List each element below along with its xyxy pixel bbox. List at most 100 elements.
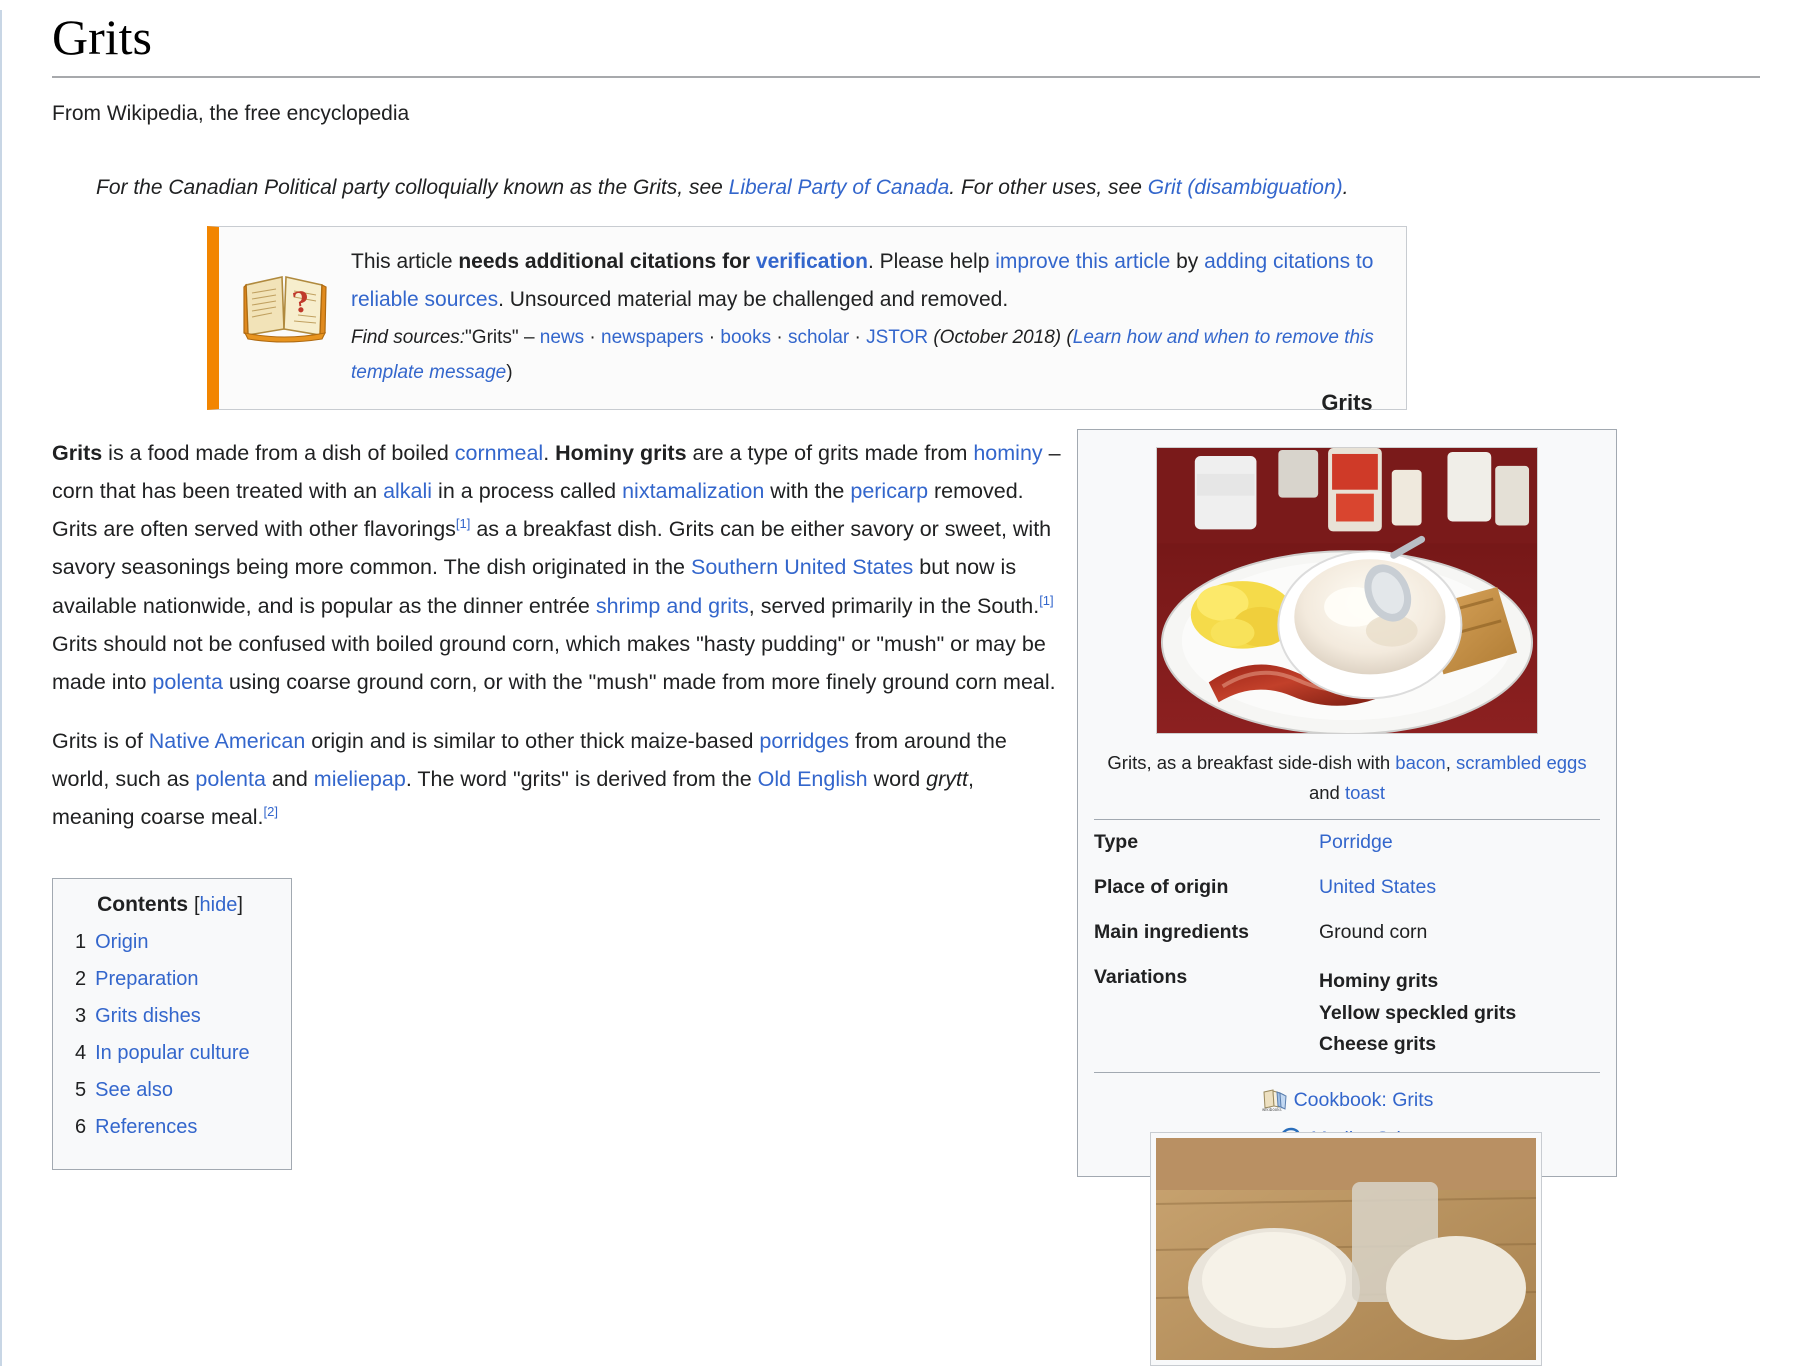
body-link-alkali[interactable]: alkali (383, 479, 432, 503)
infobox: Grits, as a breakfast side-dish with bac… (1077, 429, 1617, 1178)
source-link-jstor[interactable]: JSTOR (866, 327, 928, 348)
toc-item[interactable]: 1 Origin (75, 929, 265, 955)
toc-hide-link[interactable]: hide (200, 894, 238, 916)
infobox-image-cell (1078, 439, 1616, 738)
value-link-porridge[interactable]: Porridge (1319, 831, 1393, 853)
toc-link-in-popular-culture[interactable]: In popular culture (95, 1042, 250, 1064)
body-text: using coarse ground corn, or with the "m… (222, 670, 1056, 695)
article-body: Grits is a food made from a dish of boil… (52, 434, 1062, 1171)
toc-item[interactable]: 2 Preparation (75, 966, 265, 992)
value-link-united-states[interactable]: United States (1319, 876, 1436, 898)
body-link-porridges[interactable]: porridges (759, 729, 849, 753)
find-sources-query: "Grits" (465, 327, 519, 349)
body-link-southern-united-states[interactable]: Southern United States (691, 555, 913, 579)
toc-number: 2 (75, 968, 87, 991)
toc-item[interactable]: 6 References (75, 1114, 265, 1140)
toc-item[interactable]: 3 Grits dishes (75, 1003, 265, 1029)
source-link-books[interactable]: books (720, 327, 771, 348)
toc-link-grits-dishes[interactable]: Grits dishes (95, 1005, 201, 1027)
grits-breakfast-photo[interactable] (1156, 447, 1538, 734)
body-link-shrimp-and-grits[interactable]: shrimp and grits (596, 594, 749, 618)
toc-number: 3 (75, 1005, 87, 1028)
reference-marker[interactable]: [2] (264, 804, 278, 819)
toc-link-see-also[interactable]: See also (95, 1079, 173, 1101)
bold-term: Grits (52, 440, 103, 465)
toc-item[interactable]: 4 In popular culture (75, 1040, 265, 1066)
cookbook-link-row[interactable]: wikibooks Cookbook: Grits (1078, 1083, 1616, 1122)
toc-hide-toggle[interactable]: [hide] (194, 894, 243, 916)
body-link-hominy[interactable]: hominy (973, 441, 1042, 465)
source-link-newspapers[interactable]: newspapers (601, 327, 703, 348)
find-sources-line: Find sources:"Grits" – news · newspapers… (351, 327, 1374, 384)
caption-link-scrambled-eggs[interactable]: scrambled eggs (1456, 752, 1587, 773)
source-link-news[interactable]: news (540, 327, 584, 348)
body-link-nixtamalization[interactable]: nixtamalization (622, 479, 764, 503)
bold-term: Hominy grits (555, 440, 687, 465)
lower-image-container (1150, 1132, 1542, 1366)
body-link-native-american[interactable]: Native American (149, 729, 306, 753)
table-row: Place of origin United States (1078, 865, 1616, 910)
notice-date: (October 2018) (933, 327, 1062, 349)
infobox-value-place-of-origin: United States (1315, 865, 1616, 910)
body-text: . The word "grits" is derived from the (405, 766, 758, 791)
infobox-container: Grits Grits, as a breakfast side-dish wi… (1077, 390, 1617, 1178)
variation-hominy-grits: Hominy grits (1319, 970, 1439, 993)
body-link-polenta[interactable]: polenta (152, 670, 223, 694)
caption-link-bacon[interactable]: bacon (1395, 752, 1445, 773)
body-link-old-english[interactable]: Old English (758, 767, 868, 791)
body-link-cornmeal[interactable]: cornmeal (455, 441, 543, 465)
citation-notice-banner: ? This article needs additional citation… (207, 226, 1407, 410)
toc-link-references[interactable]: References (95, 1116, 197, 1138)
infobox-label-main-ingredients: Main ingredients (1094, 921, 1249, 944)
body-link-pericarp[interactable]: pericarp (850, 479, 928, 503)
ambox-bold-1: needs additional citations for (458, 250, 756, 274)
caption-text-1: Grits, as a breakfast side-dish with (1107, 752, 1396, 773)
infobox-value-variations: Hominy grits Yellow speckled grits Chees… (1315, 955, 1616, 1072)
body-link-polenta[interactable]: polenta (195, 767, 266, 791)
toc-item[interactable]: 5 See also (75, 1077, 265, 1103)
link-improve-this-article[interactable]: improve this article (995, 250, 1170, 273)
hatnote: For the Canadian Political party colloqu… (52, 172, 1760, 205)
body-text: is a food made from a dish of boiled (102, 440, 455, 465)
infobox-label-variations: Variations (1094, 966, 1188, 989)
body-text: word (867, 766, 927, 791)
body-link-mieliepap[interactable]: mieliepap (314, 767, 406, 791)
toc-hide-close: ] (237, 894, 243, 917)
wikipedia-article-page: Grits From Wikipedia, the free encyclope… (0, 10, 1810, 1366)
learn-close-paren: ) (506, 362, 513, 384)
paragraph-lead: Grits is a food made from a dish of boil… (52, 434, 1062, 702)
hatnote-text-3: . (1342, 175, 1349, 199)
lower-thumbnail-frame[interactable] (1150, 1132, 1542, 1366)
citation-notice-line-1: This article needs additional citations … (351, 243, 1382, 319)
link-verification[interactable]: verification (756, 250, 868, 273)
toc-number: 1 (75, 931, 87, 954)
reference-marker[interactable]: [1] (456, 516, 470, 531)
link-cookbook-grits[interactable]: Cookbook: Grits (1294, 1083, 1434, 1117)
find-sources-label: Find sources: (351, 327, 466, 349)
infobox-label-place-of-origin: Place of origin (1094, 876, 1229, 899)
source-link-scholar[interactable]: scholar (788, 327, 849, 348)
infobox-label-type: Type (1094, 831, 1139, 854)
caption-text-2: , (1445, 752, 1456, 773)
body-text: origin and is similar to other thick mai… (305, 728, 760, 753)
toc-title-label: Contents (97, 893, 189, 917)
toc-list: 1 Origin 2 Preparation 3 Grits dishes 4 In p… (75, 929, 265, 1140)
ambox-t4: . Unsourced material may be challenged a… (498, 288, 1009, 312)
book-question-icon: ? (219, 243, 351, 343)
caption-link-toast[interactable]: toast (1345, 782, 1385, 803)
infobox-value-type: Porridge (1315, 820, 1616, 865)
hatnote-link-grit-disambiguation[interactable]: Grit (disambiguation) (1148, 176, 1343, 199)
infobox-value-main-ingredients: Ground corn (1319, 921, 1428, 944)
citation-notice-text: This article needs additional citations … (351, 243, 1388, 391)
toc-number: 6 (75, 1116, 87, 1139)
toc-link-preparation[interactable]: Preparation (95, 968, 198, 990)
table-row: Type Porridge (1078, 820, 1616, 865)
paragraph-origin: Grits is of Native American origin and i… (52, 722, 1062, 837)
body-text: with the (764, 478, 851, 503)
reference-marker[interactable]: [1] (1039, 593, 1053, 608)
infobox-properties-table: Type Porridge Place of origin United Sta… (1078, 820, 1616, 1072)
body-text: , served primarily in the South. (748, 593, 1040, 618)
hatnote-text-2: . For other uses, see (949, 175, 1148, 199)
hatnote-link-liberal-party[interactable]: Liberal Party of Canada (729, 176, 950, 199)
toc-link-origin[interactable]: Origin (95, 931, 148, 953)
